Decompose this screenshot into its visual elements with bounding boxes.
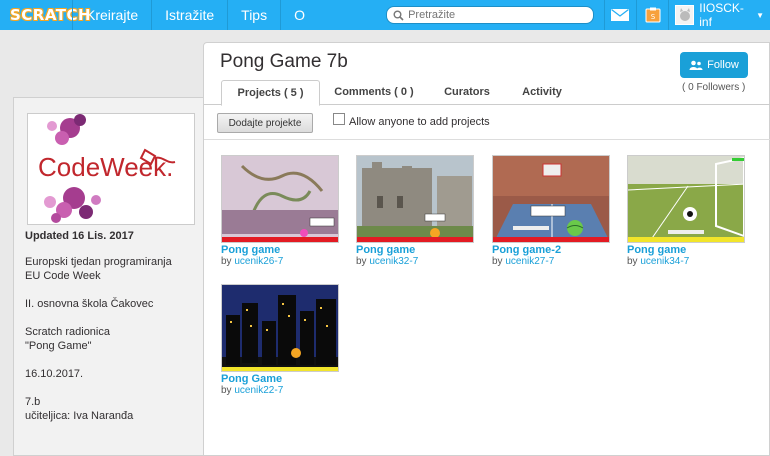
tab-projects[interactable]: Projects ( 5 ) (221, 80, 320, 106)
folder-icon: S (645, 7, 661, 23)
search-input[interactable] (408, 9, 589, 21)
project-author-line: by ucenik34-7 (627, 256, 690, 267)
scratch-logo[interactable]: SCRATCH (10, 3, 91, 27)
gallery-thumbnail: CodeWeek. (27, 113, 195, 225)
search-box[interactable] (386, 6, 594, 24)
project-thumbnail[interactable] (627, 155, 745, 243)
project-author-line: by ucenik27-7 (492, 256, 555, 267)
allow-anyone-checkbox[interactable] (333, 113, 345, 125)
project-title[interactable]: Pong Game (221, 373, 339, 385)
avatar (675, 5, 695, 25)
project-thumbnail[interactable] (356, 155, 474, 243)
project-card[interactable]: Pong game by ucenik34-7 (627, 155, 745, 267)
description-line-12: učiteljica: Iva Naranđa (25, 410, 134, 422)
project-title[interactable]: Pong game (356, 244, 474, 256)
page-title: Pong Game 7b (220, 51, 348, 72)
gallery-tabs: Projects ( 5 ) Comments ( 0 ) Curators A… (204, 80, 770, 106)
gallery-info-panel: CodeWeek. Updated 16 Lis. 2017 Europski … (13, 97, 205, 456)
follow-button[interactable]: Follow (680, 52, 748, 78)
project-thumbnail[interactable] (221, 284, 339, 372)
cat-avatar-icon (679, 8, 690, 21)
codeweek-logo-text: CodeWeek. (38, 152, 174, 182)
users-icon (689, 60, 703, 70)
messages-button[interactable] (603, 0, 636, 30)
nav-create[interactable]: Kreirajte (72, 0, 151, 30)
project-card[interactable]: Pong game by ucenik26-7 (221, 155, 339, 267)
my-stuff-button[interactable]: S (636, 0, 668, 30)
envelope-icon (611, 9, 630, 21)
project-author-line: by ucenik22-7 (221, 385, 284, 396)
gallery-main-panel: Pong Game 7b Follow ( 0 Followers ) Proj… (203, 42, 770, 456)
project-author[interactable]: ucenik27-7 (505, 256, 554, 267)
user-menu[interactable]: IIOSCK-inf ▼ (668, 0, 770, 30)
description-line-1: Europski tjedan programiranja (25, 256, 172, 268)
nav-about[interactable]: O programu (280, 0, 378, 53)
project-title[interactable]: Pong game (221, 244, 339, 256)
description-line-2: EU Code Week (25, 270, 101, 282)
updated-date: Updated 16 Lis. 2017 (25, 230, 134, 242)
add-projects-button[interactable]: Dodajte projekte (217, 113, 313, 133)
nav-explore[interactable]: Istražite (151, 0, 227, 30)
project-author-line: by ucenik32-7 (356, 256, 419, 267)
tab-curators[interactable]: Curators (434, 80, 500, 105)
project-author[interactable]: ucenik22-7 (234, 385, 283, 396)
top-nav: SCRATCH Kreirajte Istražite Tips O progr… (0, 0, 770, 53)
description-line-6: Scratch radionica (25, 326, 110, 338)
project-author[interactable]: ucenik34-7 (640, 256, 689, 267)
project-thumbnail[interactable] (221, 155, 339, 243)
username: IIOSCK-inf (699, 1, 744, 29)
chevron-down-icon: ▼ (756, 10, 764, 20)
project-card[interactable]: Pong Game by ucenik22-7 (221, 284, 339, 396)
project-author[interactable]: ucenik32-7 (369, 256, 418, 267)
description-line-11: 7.b (25, 396, 41, 408)
project-author[interactable]: ucenik26-7 (234, 256, 283, 267)
nav-tips[interactable]: Tips (227, 0, 280, 30)
svg-text:S: S (650, 13, 655, 21)
project-card[interactable]: Pong game by ucenik32-7 (356, 155, 474, 267)
description-line-9: 16.10.2017. (25, 368, 84, 380)
divider (204, 139, 770, 140)
project-thumbnail[interactable] (492, 155, 610, 243)
project-author-line: by ucenik26-7 (221, 256, 284, 267)
project-title[interactable]: Pong game (627, 244, 745, 256)
allow-anyone-label: Allow anyone to add projects (349, 116, 490, 128)
tab-activity[interactable]: Activity (512, 80, 572, 105)
project-title[interactable]: Pong game-2 (492, 244, 610, 256)
search-icon (393, 10, 404, 21)
follow-label: Follow (707, 59, 739, 71)
tab-comments[interactable]: Comments ( 0 ) (324, 80, 424, 105)
description-line-7: "Pong Game" (25, 340, 92, 352)
project-card[interactable]: Pong game-2 by ucenik27-7 (492, 155, 610, 267)
description-line-4: II. osnovna škola Čakovec (25, 298, 154, 310)
